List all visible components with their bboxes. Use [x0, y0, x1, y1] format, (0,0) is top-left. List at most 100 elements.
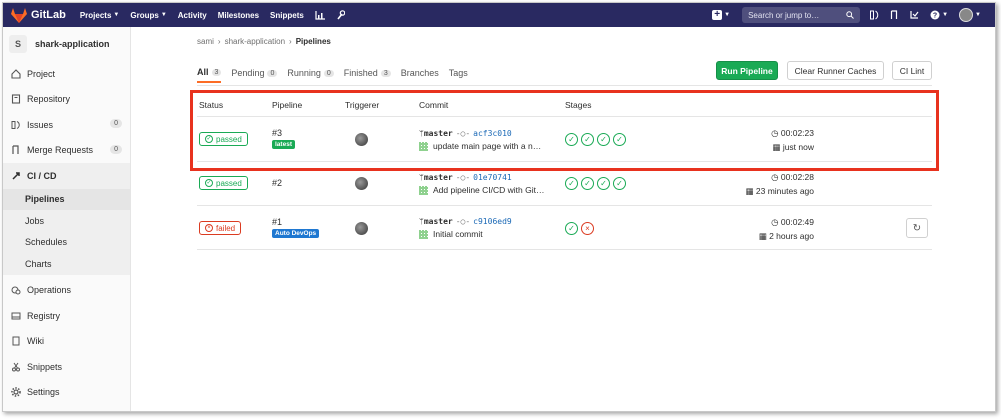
sidebar-item-settings[interactable]: Settings: [3, 380, 130, 406]
retry-pipeline-button[interactable]: ↻: [906, 218, 928, 238]
sidebar-item-repository[interactable]: Repository: [3, 87, 130, 113]
chevron-down-icon[interactable]: ▼: [724, 12, 730, 18]
stage-success-icon[interactable]: ✓: [581, 177, 594, 190]
commit-sha-link[interactable]: acf3c010: [473, 129, 512, 138]
breadcrumb-item-project[interactable]: shark-application: [225, 37, 285, 46]
branch-link[interactable]: master: [424, 173, 453, 182]
stage-success-icon[interactable]: ✓: [613, 133, 626, 146]
column-header-triggerer: Triggerer: [345, 99, 380, 110]
avatar[interactable]: [355, 133, 368, 146]
search-input[interactable]: Search or jump to…: [742, 7, 861, 23]
avatar[interactable]: [355, 222, 368, 235]
sidebar-subitem-charts[interactable]: Charts: [3, 253, 130, 275]
todo-icon[interactable]: [910, 10, 919, 20]
breadcrumb-item-group[interactable]: sami: [197, 37, 214, 46]
retry-icon: ↻: [912, 222, 922, 234]
status-badge[interactable]: × failed: [199, 221, 242, 235]
nav-milestones[interactable]: Milestones: [218, 10, 259, 20]
cloud-gear-icon: [11, 285, 21, 295]
tab-all[interactable]: All 3: [197, 63, 222, 83]
tab-finished[interactable]: Finished 3: [344, 63, 391, 83]
sidebar-item-project[interactable]: Project: [3, 61, 130, 87]
app-window: GitLab Projects ▼ Groups ▼ Activity Milest…: [2, 2, 996, 412]
merge-request-icon[interactable]: [890, 10, 899, 20]
issues-icon[interactable]: [870, 10, 879, 20]
stage-success-icon[interactable]: ✓: [581, 133, 594, 146]
status-badge[interactable]: ✓ passed: [199, 132, 248, 146]
pipeline-tag-badge: Auto DevOps: [272, 229, 320, 238]
nav-groups[interactable]: Groups ▼: [130, 10, 166, 20]
help-icon[interactable]: ? ▼: [930, 10, 948, 20]
tab-pending[interactable]: Pending 0: [231, 63, 278, 83]
stage-success-icon[interactable]: ✓: [613, 177, 626, 190]
avatar: [959, 8, 974, 22]
sidebar-subitem-jobs[interactable]: Jobs: [3, 210, 130, 232]
branch-link[interactable]: master: [424, 217, 453, 226]
top-navbar: GitLab Projects ▼ Groups ▼ Activity Milest…: [3, 3, 995, 27]
merge-requests-count-badge: 0: [110, 144, 122, 154]
pipeline-id-link[interactable]: #2: [272, 178, 282, 188]
sidebar-subitem-schedules[interactable]: Schedules: [3, 231, 130, 253]
stage-success-icon[interactable]: ✓: [565, 177, 578, 190]
search-icon: [846, 11, 854, 19]
nav-activity[interactable]: Activity: [178, 10, 207, 20]
commit-message-link[interactable]: Add pipeline CI/CD with Git…: [433, 185, 545, 195]
wrench-icon[interactable]: [336, 10, 345, 20]
commit-message-link[interactable]: update main page with a n…: [433, 141, 541, 151]
status-badge[interactable]: ✓ passed: [199, 176, 248, 190]
project-header[interactable]: S shark-application: [3, 27, 130, 61]
project-name: shark-application: [35, 39, 110, 49]
calendar-icon: ▦: [772, 142, 783, 152]
home-icon: [11, 68, 21, 79]
stage-success-icon[interactable]: ✓: [597, 177, 610, 190]
breadcrumb-item-current[interactable]: Pipelines: [296, 37, 331, 46]
stage-success-icon[interactable]: ✓: [565, 222, 578, 235]
chevron-down-icon: ▼: [942, 12, 949, 18]
sidebar-item-snippets[interactable]: Snippets: [3, 354, 130, 380]
column-header-status: Status: [199, 99, 224, 110]
new-item-icon[interactable]: +: [712, 10, 723, 20]
ci-lint-button[interactable]: CI Lint: [892, 61, 932, 80]
tab-tags[interactable]: Tags: [449, 63, 468, 83]
stage-success-icon[interactable]: ✓: [565, 133, 578, 146]
pipeline-stages: ✓ ✓ ✓ ✓: [565, 133, 629, 146]
chart-icon[interactable]: [315, 10, 325, 20]
nav-snippets[interactable]: Snippets: [270, 10, 304, 20]
commit-message-link[interactable]: Initial commit: [433, 229, 483, 239]
avatar[interactable]: [355, 177, 368, 190]
clear-runner-caches-button[interactable]: Clear Runner Caches: [787, 61, 884, 80]
pipeline-duration: 00:02:28: [780, 172, 814, 182]
tab-branches[interactable]: Branches: [401, 63, 439, 83]
gitlab-logo[interactable]: GitLab: [11, 7, 66, 23]
breadcrumb: sami › shark-application › Pipelines: [197, 37, 331, 46]
stage-success-icon[interactable]: ✓: [597, 133, 610, 146]
sidebar-item-operations[interactable]: Operations: [3, 278, 130, 304]
svg-text:?: ?: [933, 13, 937, 20]
column-header-stages: Stages: [565, 99, 592, 110]
tab-running[interactable]: Running 0: [287, 63, 334, 83]
pipeline-finished-time: 23 minutes ago: [755, 186, 814, 196]
commit-icon: -○-: [455, 173, 471, 182]
sidebar-item-wiki[interactable]: Wiki: [3, 329, 130, 355]
sidebar-item-registry[interactable]: Registry: [3, 303, 130, 329]
sidebar-item-ci-cd[interactable]: CI / CD: [3, 163, 130, 189]
pipeline-id-link[interactable]: #3: [272, 128, 295, 138]
run-pipeline-button[interactable]: Run Pipeline: [716, 61, 778, 80]
chevron-down-icon: ▼: [113, 12, 120, 18]
branch-link[interactable]: master: [424, 129, 453, 138]
pipeline-stages: ✓ ✓ ✓ ✓: [565, 177, 629, 190]
commit-sha-link[interactable]: 01e70741: [473, 173, 512, 182]
sidebar-subitem-pipelines[interactable]: Pipelines: [3, 188, 130, 210]
timer-icon: ◷: [771, 128, 781, 138]
stage-failed-icon[interactable]: ×: [581, 222, 594, 235]
user-menu[interactable]: ▼: [959, 8, 981, 22]
project-sidebar: S shark-application Project Repository I…: [3, 27, 131, 411]
nav-projects[interactable]: Projects ▼: [80, 10, 120, 20]
commit-sha-link[interactable]: c9106ed9: [473, 217, 512, 226]
calendar-icon: ▦: [745, 186, 756, 196]
scissors-icon: [11, 362, 21, 372]
sidebar-item-issues[interactable]: Issues 0: [3, 112, 130, 138]
sidebar-item-merge-requests[interactable]: Merge Requests 0: [3, 138, 130, 164]
pipeline-finished-time: 2 hours ago: [769, 231, 814, 241]
pipeline-id-link[interactable]: #1: [272, 217, 319, 227]
